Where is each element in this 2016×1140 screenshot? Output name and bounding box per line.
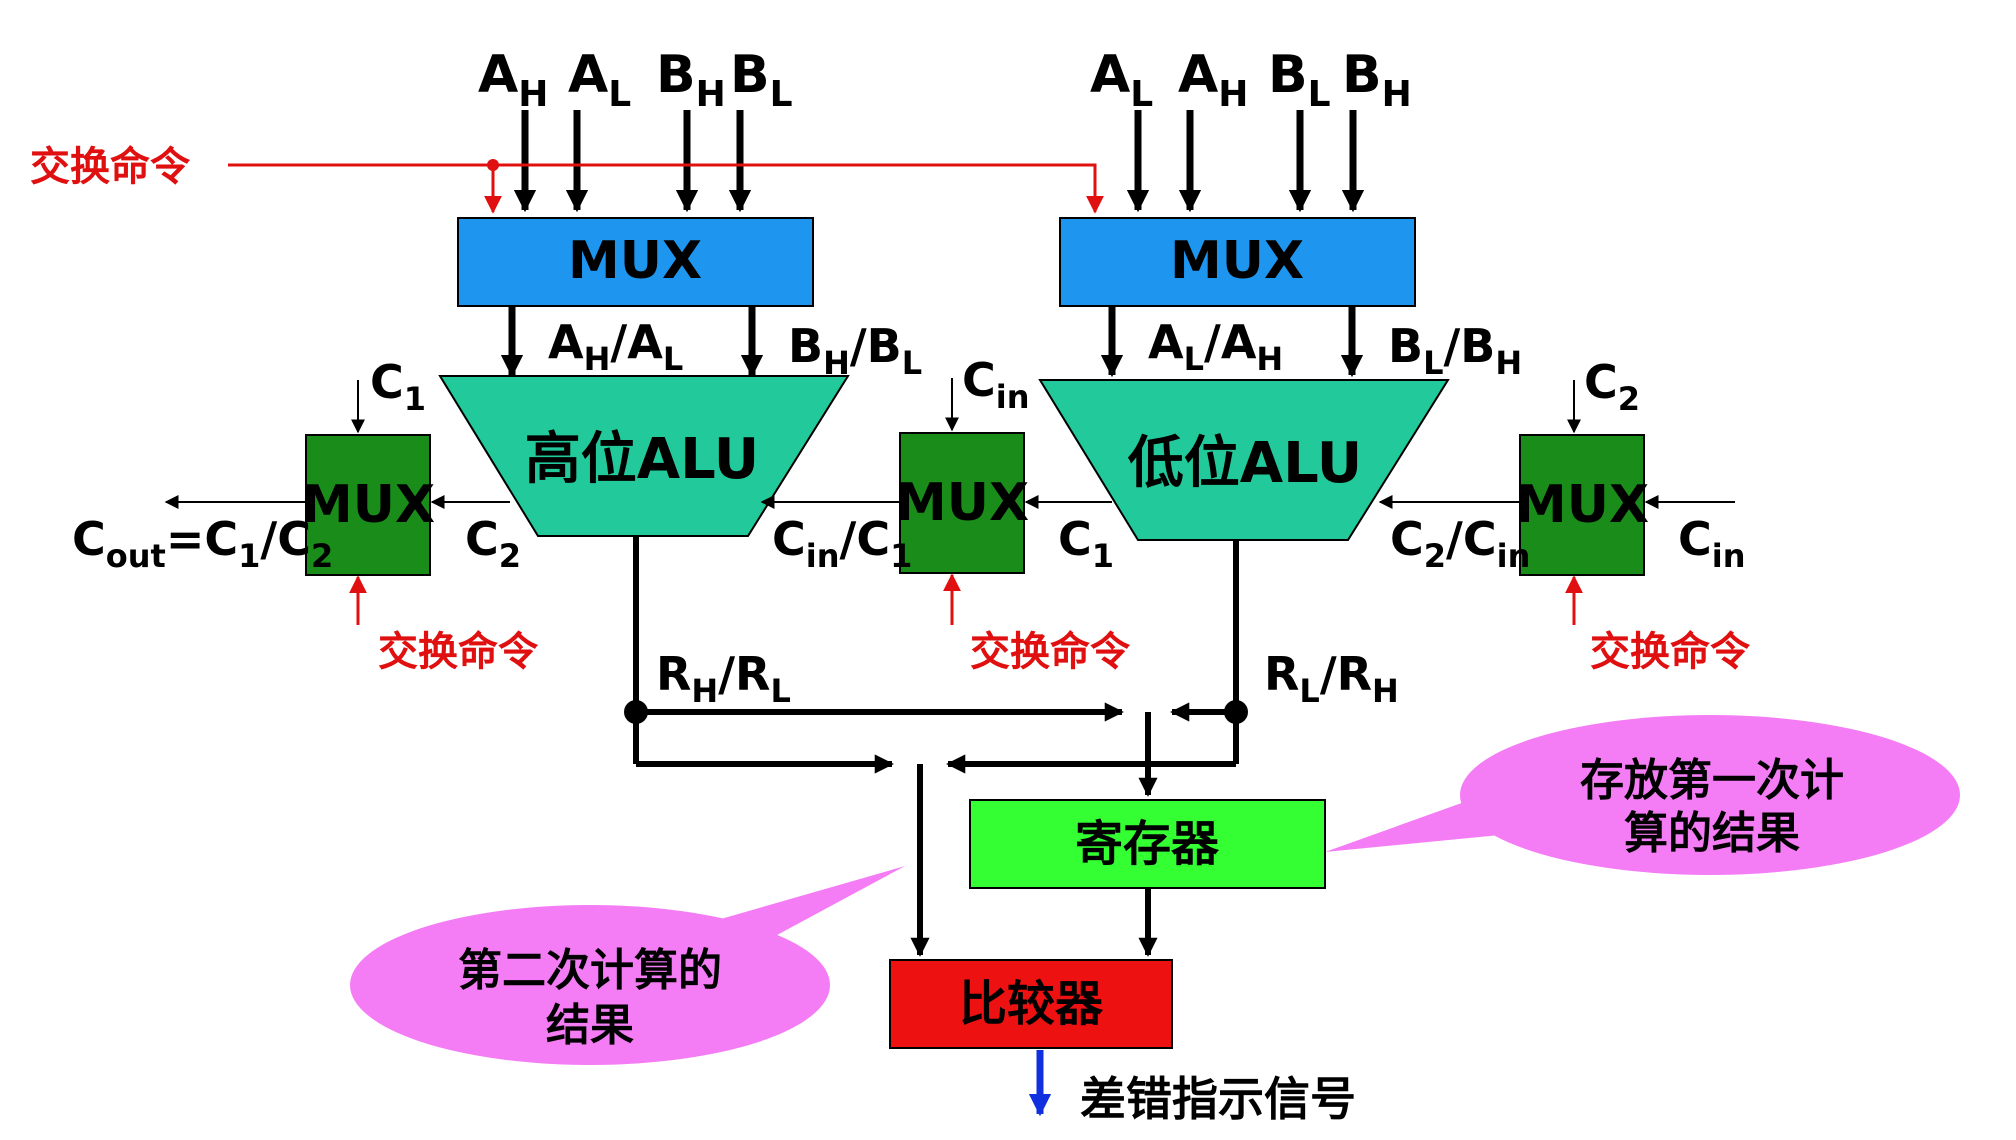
comparator-label: 比较器 [959, 976, 1104, 1032]
input-bh-left: BH [656, 45, 726, 115]
error-signal-label: 差错指示信号 [1080, 1072, 1356, 1126]
callout-register: 存放第一次计 算的结果 [1325, 715, 1960, 875]
swap-command-label-mid: 交换命令 [970, 629, 1131, 675]
mux-carry-right-label: MUX [1515, 475, 1649, 535]
signal-al-ah: AL/AH [1148, 315, 1283, 378]
bus-junction-left [624, 700, 648, 724]
input-bl-left: BL [730, 45, 793, 115]
signal-ah-al: AH/AL [548, 315, 683, 378]
signal-cin-c1: Cin/C1 [772, 512, 912, 575]
input-al-left: AL [568, 45, 631, 115]
swap-command-label-top: 交换命令 [30, 144, 191, 190]
callout-second-line1: 第二次计算的 [458, 945, 722, 996]
input-ah-right: AH [1178, 45, 1248, 115]
mux-carry-middle: MUX [895, 432, 1029, 574]
result-buses [633, 536, 1239, 957]
input-bl-right: BL [1268, 45, 1331, 115]
signal-cin-top: Cin [962, 353, 1030, 416]
signal-c2-cin: C2/Cin [1390, 512, 1530, 575]
signal-c1-mid: C1 [1058, 512, 1114, 575]
mux-carry-middle-label: MUX [895, 473, 1029, 533]
comparator-box: 比较器 [889, 959, 1173, 1049]
alu-swap-diagram: AH AL BH BL AL AH BL BH 交换命令 MUX MUX AH/… [30, 45, 1960, 1126]
signal-rh-rl: RH/RL [656, 647, 791, 710]
right-input-labels: AL AH BL BH [1090, 45, 1412, 115]
register-label: 寄存器 [1075, 816, 1220, 872]
alu-high-label: 高位ALU [525, 427, 760, 492]
swap-command-label-left: 交换命令 [378, 629, 539, 675]
left-input-labels: AH AL BH BL [478, 45, 793, 115]
swap-command-label-right: 交换命令 [1590, 629, 1751, 675]
input-bh-right: BH [1342, 45, 1412, 115]
mux-top-right: MUX [1059, 217, 1416, 307]
signal-bl-bh: BL/BH [1388, 319, 1522, 382]
alu-low: 低位ALU [1038, 379, 1450, 541]
input-arrows [513, 110, 1365, 213]
mux-top-right-label: MUX [1170, 231, 1304, 291]
signal-c1-top: C1 [370, 355, 426, 418]
bus-junction-right [1224, 700, 1248, 724]
callout-register-line1: 存放第一次计 [1580, 755, 1844, 806]
signal-rl-rh: RL/RH [1264, 647, 1399, 710]
mux-top-left-label: MUX [568, 231, 702, 291]
mux-carry-left-label: MUX [301, 475, 435, 535]
signal-c2-top: C2 [1584, 355, 1640, 418]
callout-register-line2: 算的结果 [1624, 808, 1800, 859]
signal-cout: Cout=C1/C2 [72, 512, 333, 575]
input-al-right: AL [1090, 45, 1153, 115]
input-ah-left: AH [478, 45, 548, 115]
mux-top-left: MUX [457, 217, 814, 307]
mux-carry-right: MUX [1515, 434, 1649, 576]
swap-command-arrows [349, 573, 1583, 625]
callout-second-result: 第二次计算的 结果 [350, 866, 905, 1065]
register-box: 寄存器 [969, 799, 1326, 889]
swap-junction-dot [487, 159, 499, 171]
callout-second-line2: 结果 [546, 1000, 634, 1051]
signal-c2-left: C2 [465, 512, 521, 575]
signal-cin-right: Cin [1678, 512, 1746, 575]
signal-bh-bl: BH/BL [788, 319, 922, 382]
swap-command-line-top [228, 163, 1104, 214]
alu-low-label: 低位ALU [1128, 431, 1363, 496]
